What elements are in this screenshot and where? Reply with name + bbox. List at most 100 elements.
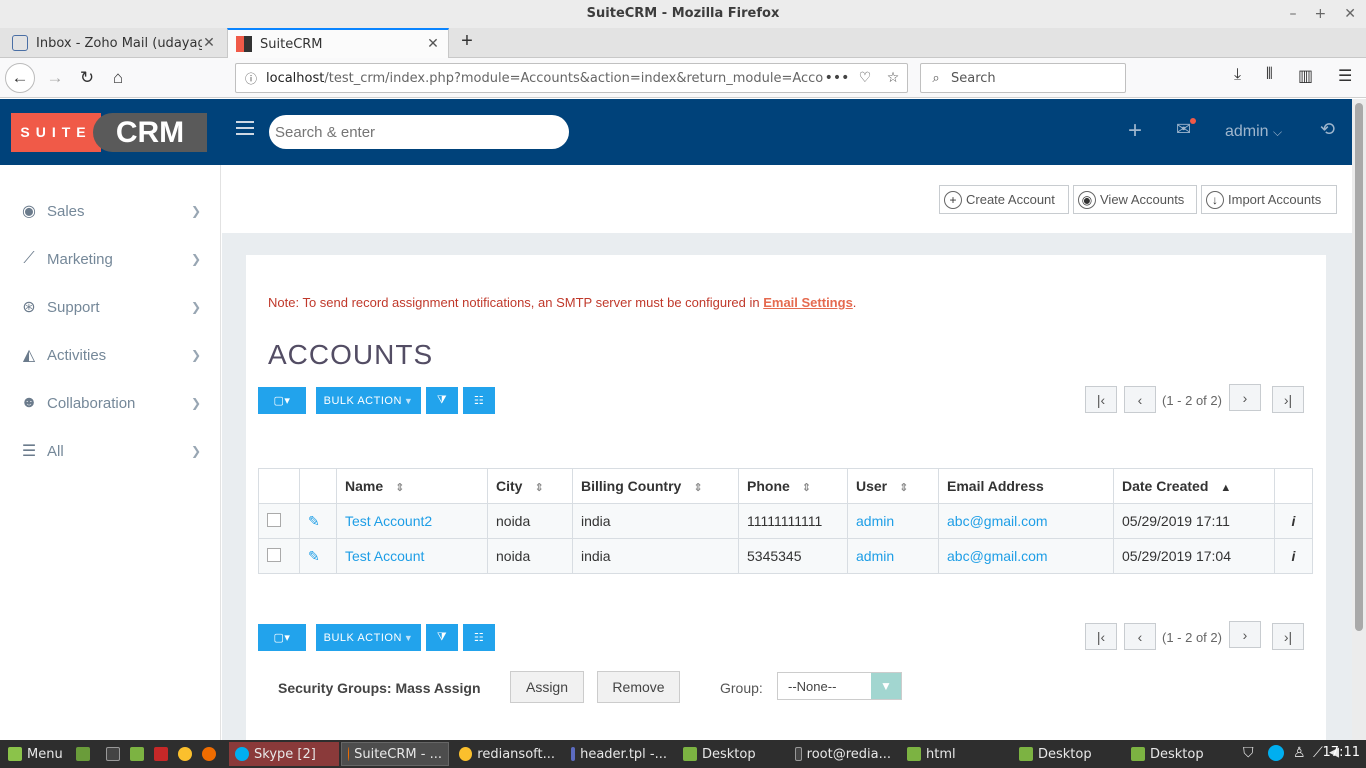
group-select[interactable]: --None-- ▼: [777, 672, 902, 700]
row-checkbox[interactable]: [267, 512, 281, 527]
browser-search-bar[interactable]: ⌕ Search: [920, 63, 1126, 93]
skype-tray-icon[interactable]: [1268, 745, 1284, 761]
taskbar-item-terminal[interactable]: root@redia...: [789, 742, 897, 766]
notifications-envelope-icon[interactable]: ✉: [1176, 119, 1191, 140]
start-menu-button[interactable]: Menu: [2, 742, 69, 766]
sidebar-item-sales[interactable]: ◉ Sales ❯: [0, 187, 221, 235]
browser-tab-zoho[interactable]: Inbox - Zoho Mail (udayagiri.r ✕: [4, 28, 224, 58]
show-desktop-launcher[interactable]: [70, 742, 101, 766]
remove-button[interactable]: Remove: [597, 671, 680, 703]
last-page-button[interactable]: ›|: [1272, 386, 1304, 413]
column-header-billing-country[interactable]: Billing Country ⇕: [572, 468, 739, 504]
taskbar-item-desktop-3[interactable]: Desktop: [1125, 742, 1231, 766]
crm-search-input[interactable]: [269, 115, 569, 149]
network-icon[interactable]: ⟋: [1313, 745, 1323, 761]
pencil-icon[interactable]: ✎: [308, 548, 320, 564]
row-checkbox[interactable]: [267, 547, 281, 562]
pencil-icon[interactable]: ✎: [308, 513, 320, 529]
page-scrollbar[interactable]: [1352, 99, 1366, 740]
sort-asc-icon[interactable]: ▲: [1220, 482, 1231, 494]
first-page-button[interactable]: |‹: [1085, 386, 1117, 413]
sort-icon[interactable]: ⇕: [802, 482, 811, 494]
sidebar-item-activities[interactable]: ◭ Activities ❯: [0, 331, 221, 379]
column-chooser-button-bottom[interactable]: ☷: [463, 624, 495, 651]
account-name-link[interactable]: Test Account: [345, 548, 424, 564]
close-tab-icon[interactable]: ✕: [202, 35, 216, 51]
reload-icon[interactable]: ↻: [72, 63, 102, 93]
column-header-phone[interactable]: Phone ⇕: [738, 468, 848, 504]
forward-icon[interactable]: →: [40, 63, 70, 93]
new-tab-icon[interactable]: +: [456, 30, 478, 54]
info-icon[interactable]: ⓘ: [236, 70, 266, 87]
sidebar-item-collaboration[interactable]: ☻ Collaboration ❯: [0, 379, 221, 427]
taskbar-item-skype[interactable]: Skype [2]: [229, 742, 339, 766]
next-page-button[interactable]: ›: [1229, 384, 1261, 411]
import-accounts-button[interactable]: ↓ Import Accounts: [1201, 185, 1337, 214]
prev-page-button[interactable]: ‹: [1124, 386, 1156, 413]
bookmark-star-icon[interactable]: ☆: [879, 70, 907, 86]
select-dropdown-button[interactable]: ▢▾: [258, 387, 306, 414]
column-header-name[interactable]: Name ⇕: [336, 468, 488, 504]
taskbar-item-desktop-1[interactable]: Desktop: [677, 742, 785, 766]
column-header-date-created[interactable]: Date Created ▲: [1113, 468, 1275, 504]
user-tray-icon[interactable]: ♙: [1293, 745, 1306, 761]
maximize-icon[interactable]: +: [1315, 0, 1327, 28]
next-page-button-bottom[interactable]: ›: [1229, 621, 1261, 648]
user-menu[interactable]: admin ⌵: [1225, 123, 1282, 141]
close-tab-icon[interactable]: ✕: [426, 36, 440, 52]
last-page-button-bottom[interactable]: ›|: [1272, 623, 1304, 650]
url-bar[interactable]: ⓘ localhost/test_crm/index.php?module=Ac…: [235, 63, 908, 93]
hamburger-menu-icon[interactable]: [236, 121, 254, 137]
clock[interactable]: 17:11: [1323, 745, 1360, 760]
user-link[interactable]: admin: [856, 513, 894, 529]
sort-icon[interactable]: ⇕: [395, 482, 404, 494]
menu-icon[interactable]: ☰: [1338, 66, 1352, 86]
email-link[interactable]: abc@gmail.com: [947, 548, 1048, 564]
shield-icon[interactable]: ⛉: [1243, 745, 1254, 761]
scrollbar-thumb[interactable]: [1355, 103, 1363, 631]
sort-icon[interactable]: ⇕: [534, 482, 543, 494]
column-chooser-button[interactable]: ☷: [463, 387, 495, 414]
assign-button[interactable]: Assign: [510, 671, 584, 703]
close-window-icon[interactable]: ✕: [1344, 0, 1356, 28]
url-text[interactable]: localhost/test_crm/index.php?module=Acco…: [266, 71, 823, 86]
prev-page-button-bottom[interactable]: ‹: [1124, 623, 1156, 650]
taskbar-item-suitecrm[interactable]: SuiteCRM - ...: [341, 742, 449, 766]
page-actions-icon[interactable]: •••: [823, 70, 851, 86]
taskbar-item-html[interactable]: html: [901, 742, 1009, 766]
info-icon[interactable]: i: [1274, 503, 1313, 539]
email-link[interactable]: abc@gmail.com: [947, 513, 1048, 529]
select-dropdown-button-bottom[interactable]: ▢▾: [258, 624, 306, 651]
taskbar-item-rediansoft[interactable]: rediansoft...: [453, 742, 561, 766]
column-header-email[interactable]: Email Address: [938, 468, 1114, 504]
bulk-action-button[interactable]: BULK ACTION ▼: [316, 387, 421, 414]
home-icon[interactable]: ⌂: [103, 63, 133, 93]
create-account-button[interactable]: + Create Account: [939, 185, 1069, 214]
sidebar-item-all[interactable]: ☰ All ❯: [0, 427, 221, 475]
sidebar-item-support[interactable]: ⊛ Support ❯: [0, 283, 221, 331]
column-header-city[interactable]: City ⇕: [487, 468, 573, 504]
minimize-icon[interactable]: –: [1290, 0, 1297, 28]
pocket-icon[interactable]: ♡: [851, 70, 879, 86]
library-icon[interactable]: ⫴: [1266, 66, 1273, 84]
taskbar-item-desktop-2[interactable]: Desktop: [1013, 742, 1121, 766]
info-icon[interactable]: i: [1274, 538, 1313, 574]
suitecrm-logo[interactable]: SUITE CRM: [11, 113, 207, 152]
recently-viewed-icon[interactable]: ⟲: [1320, 119, 1335, 140]
bulk-action-button-bottom[interactable]: BULK ACTION ▼: [316, 624, 421, 651]
download-icon[interactable]: ⤓: [1234, 66, 1241, 84]
sidebar-item-marketing[interactable]: ⟋ Marketing ❯: [0, 235, 221, 283]
sort-icon[interactable]: ⇕: [693, 482, 702, 494]
first-page-button-bottom[interactable]: |‹: [1085, 623, 1117, 650]
back-icon[interactable]: ←: [5, 63, 35, 93]
column-header-user[interactable]: User ⇕: [847, 468, 939, 504]
sort-icon[interactable]: ⇕: [899, 482, 908, 494]
user-link[interactable]: admin: [856, 548, 894, 564]
firefox-launcher[interactable]: [196, 742, 227, 766]
filter-button-bottom[interactable]: ⧩: [426, 624, 458, 651]
filter-button[interactable]: ⧩: [426, 387, 458, 414]
view-accounts-button[interactable]: ◉ View Accounts: [1073, 185, 1197, 214]
quick-create-plus-icon[interactable]: +: [1128, 117, 1142, 145]
sidebar-toggle-icon[interactable]: ▥: [1298, 66, 1313, 86]
browser-tab-suitecrm[interactable]: SuiteCRM ✕: [227, 28, 449, 58]
